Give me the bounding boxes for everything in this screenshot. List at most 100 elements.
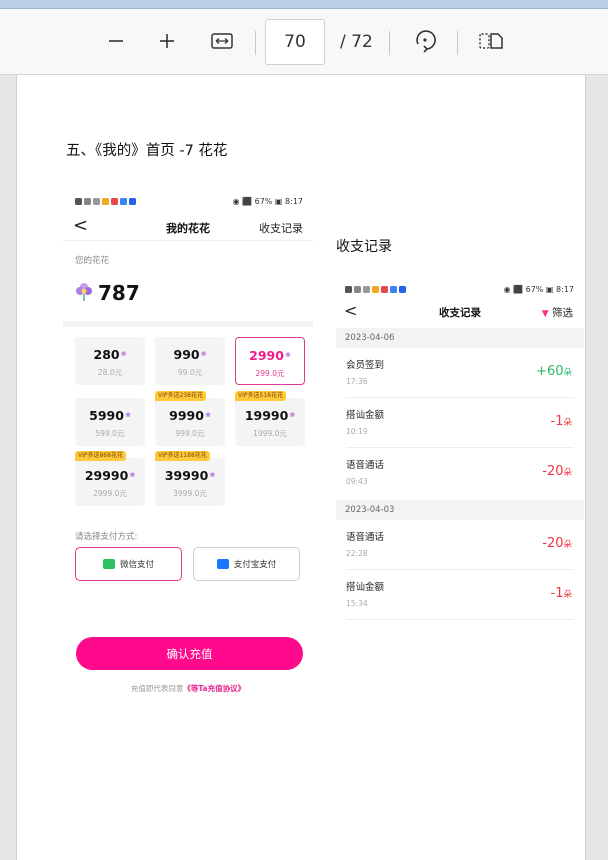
record-row: 搭讪金额 15:34 -1朵 — [336, 570, 584, 620]
your-flowers-label: 您的花花 — [75, 256, 110, 266]
nav-divider — [63, 240, 313, 241]
app-notify-icon — [120, 197, 127, 205]
app-notify-icon — [111, 197, 118, 205]
rotate-button[interactable] — [410, 26, 440, 56]
filter-icon: ▼ — [541, 309, 549, 319]
package-price: 2999.0元 — [93, 489, 127, 498]
record-name: 搭讪金额 — [346, 582, 385, 593]
package-card[interactable]: 5990❀ 599.0元 — [75, 398, 145, 446]
row-divider — [346, 619, 574, 620]
amount-unit: 朵 — [563, 418, 572, 428]
records-link[interactable]: 收支记录 — [259, 220, 303, 236]
status-bar-left — [345, 280, 406, 298]
vip-bonus-badge: VIP多送868花花 — [75, 451, 126, 461]
wechat-icon — [102, 559, 115, 569]
sim-icon — [345, 285, 352, 293]
page-total: / 72 — [340, 32, 373, 52]
wifi-icon — [363, 285, 370, 293]
package-price: 99.0元 — [177, 368, 203, 377]
package-amount: 9990 — [169, 408, 204, 423]
flower-icon: ❀ — [124, 411, 131, 419]
record-row: 语音通话 09:43 -20朵 — [336, 448, 584, 498]
alipay-button[interactable]: 支付宝支付 — [193, 547, 300, 581]
record-amount: -1朵 — [551, 414, 572, 429]
app-notify-icon — [390, 285, 397, 293]
agreement-text: 充值即代表同意《等Ta充值协议》 — [63, 683, 313, 694]
fit-width-button[interactable] — [207, 26, 237, 56]
package-card[interactable]: VIP多送1188花花 39990❀ 3999.0元 — [155, 451, 225, 506]
package-amount: 990 — [173, 347, 200, 362]
package-amount: 29990 — [84, 468, 129, 483]
rotate-icon — [416, 30, 436, 53]
package-card[interactable]: VIP多送868花花 29990❀ 2999.0元 — [75, 451, 145, 506]
package-card[interactable]: VIP多送238花花 9990❀ 999.0元 — [155, 391, 225, 446]
package-price: 1999.0元 — [253, 429, 287, 438]
agreement-link[interactable]: 《等Ta充值协议》 — [183, 684, 245, 693]
flower-icon: ❀ — [209, 471, 216, 479]
vip-bonus-badge: VIP多送518花花 — [235, 391, 286, 401]
wifi-icon — [93, 197, 100, 205]
package-price: 999.0元 — [175, 429, 205, 438]
pdf-toolbar: 70 / 72 — [0, 9, 608, 75]
my-flowers-screenshot: ◉ ⬛ 67% ▣ 8:17 < 我的花花 收支记录 您的花花 787 280❀… — [63, 192, 313, 712]
filter-button[interactable]: ▼ 筛选 — [542, 305, 573, 320]
package-card[interactable]: 990❀ 99.0元 — [155, 337, 225, 385]
amount-unit: 朵 — [563, 540, 572, 550]
records-section-label: 收支记录 — [336, 239, 392, 255]
record-amount: +60朵 — [536, 364, 572, 379]
amount-value: -20 — [542, 536, 564, 551]
fit-width-icon — [211, 33, 233, 49]
toolbar-separator — [389, 31, 390, 55]
section-heading: 五、《我的》首页 -7 花花 — [66, 143, 228, 159]
record-time: 17:36 — [346, 377, 368, 386]
record-name: 搭讪金额 — [346, 410, 385, 421]
package-amount: 280 — [93, 347, 120, 362]
record-time: 09:43 — [346, 477, 368, 486]
app-notify-icon — [372, 285, 379, 293]
record-name: 语音通话 — [346, 460, 385, 471]
record-amount: -20朵 — [542, 536, 572, 551]
amount-unit: 朵 — [563, 368, 572, 378]
wechat-pay-button[interactable]: 微信支付 — [75, 547, 182, 581]
amount-unit: 朵 — [563, 590, 572, 600]
signal-icon — [84, 197, 91, 205]
app-notify-icon — [129, 197, 136, 205]
flower-icon: ❀ — [120, 350, 127, 358]
alipay-icon — [216, 559, 229, 569]
filter-label: 筛选 — [552, 307, 573, 319]
record-time: 15:34 — [346, 599, 368, 608]
package-card-selected[interactable]: 2990❀ 299.0元 — [235, 337, 305, 385]
package-price: 299.0元 — [255, 369, 285, 378]
record-amount: -1朵 — [551, 586, 572, 601]
package-card[interactable]: 280❀ 28.0元 — [75, 337, 145, 385]
record-row: 会员签到 17:36 +60朵 — [336, 348, 584, 398]
status-bar-right: ◉ ⬛ 67% ▣ 8:17 — [232, 196, 303, 206]
page-view-icon — [479, 33, 503, 49]
record-time: 10:19 — [346, 427, 368, 436]
status-bar-left — [75, 192, 136, 210]
confirm-recharge-button[interactable]: 确认充值 — [76, 637, 303, 670]
two-page-view-button[interactable] — [476, 26, 506, 56]
amount-value: +60 — [536, 364, 564, 379]
app-notify-icon — [381, 285, 388, 293]
package-amount: 5990 — [89, 408, 124, 423]
record-name: 会员签到 — [346, 360, 385, 371]
wechat-pay-label: 微信支付 — [119, 560, 154, 570]
zoom-out-button[interactable] — [101, 26, 131, 56]
records-screenshot: ◉ ⬛ 67% ▣ 8:17 < 收支记录 ▼ 筛选 2023-04-06 会员… — [336, 280, 584, 625]
record-row: 语音通话 22:28 -20朵 — [336, 520, 584, 570]
sim-icon — [75, 197, 82, 205]
zoom-in-button[interactable] — [152, 26, 182, 56]
package-amount: 39990 — [164, 468, 209, 483]
flower-icon: ❀ — [289, 411, 296, 419]
page-number-input[interactable]: 70 — [265, 19, 325, 65]
date-header: 2023-04-03 — [336, 500, 584, 520]
record-amount: -20朵 — [542, 464, 572, 479]
flower-icon: ❀ — [204, 411, 211, 419]
amount-unit: 朵 — [563, 468, 572, 478]
toolbar-separator — [457, 31, 458, 55]
package-price: 28.0元 — [97, 368, 123, 377]
amount-value: -1 — [550, 414, 564, 429]
flower-icon: ❀ — [200, 350, 207, 358]
package-card[interactable]: VIP多送518花花 19990❀ 1999.0元 — [235, 391, 305, 446]
